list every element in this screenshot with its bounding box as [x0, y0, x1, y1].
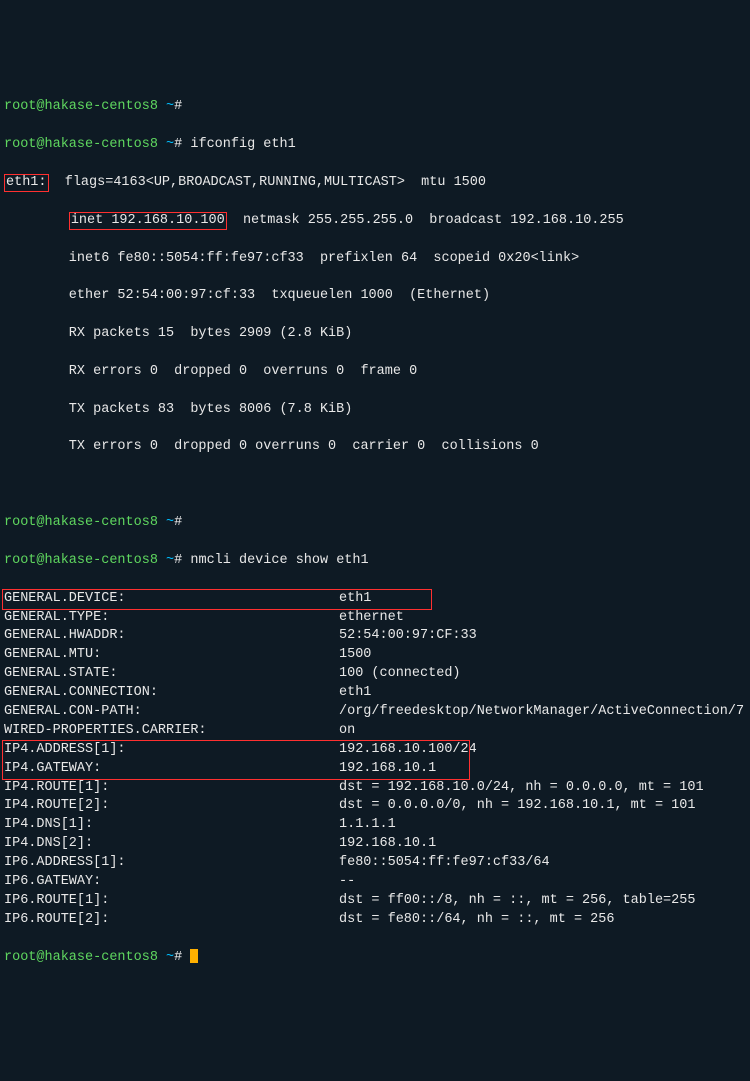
nmcli-key: IP6.ROUTE[2]: — [4, 911, 339, 930]
nmcli-value: 192.168.10.1 — [339, 835, 746, 854]
prompt-userhost: root@hakase-centos8 — [4, 950, 158, 965]
command-ifconfig: ifconfig eth1 — [190, 137, 295, 152]
nmcli-row: IP4.GATEWAY:192.168.10.1 — [4, 760, 746, 779]
nmcli-key: IP4.ADDRESS[1]: — [4, 741, 339, 760]
ifconfig-rx-errors: RX errors 0 dropped 0 overruns 0 frame 0 — [4, 363, 746, 382]
ifconfig-line-inet: inet 192.168.10.100 netmask 255.255.255.… — [4, 212, 746, 231]
nmcli-row: IP4.ADDRESS[1]:192.168.10.100/24 — [4, 741, 746, 760]
nmcli-key: IP4.DNS[2]: — [4, 835, 339, 854]
prompt-hash: # — [174, 137, 182, 152]
ifconfig-flags: flags=4163<UP,BROADCAST,RUNNING,MULTICAS… — [49, 175, 486, 190]
ifconfig-tx-packets: TX packets 83 bytes 8006 (7.8 KiB) — [4, 401, 746, 420]
nmcli-key: IP4.ROUTE[2]: — [4, 797, 339, 816]
prompt-line-cmd2: root@hakase-centos8 ~# nmcli device show… — [4, 552, 746, 571]
ifconfig-tx-errors: TX errors 0 dropped 0 overruns 0 carrier… — [4, 438, 746, 457]
nmcli-value: dst = fe80::/64, nh = ::, mt = 256 — [339, 911, 746, 930]
nmcli-row: GENERAL.MTU:1500 — [4, 646, 746, 665]
terminal-output: root@hakase-centos8 ~# root@hakase-cento… — [4, 80, 746, 987]
prompt-tilde: ~ — [166, 137, 174, 152]
nmcli-row: GENERAL.CONNECTION:eth1 — [4, 684, 746, 703]
nmcli-row: IP6.ROUTE[2]:dst = fe80::/64, nh = ::, m… — [4, 911, 746, 930]
highlight-eth1-iface: eth1: — [4, 174, 49, 192]
nmcli-row: IP6.GATEWAY:-- — [4, 873, 746, 892]
nmcli-row: WIRED-PROPERTIES.CARRIER:on — [4, 722, 746, 741]
nmcli-value: 1.1.1.1 — [339, 816, 746, 835]
nmcli-value: on — [339, 722, 746, 741]
nmcli-value: 1500 — [339, 646, 746, 665]
nmcli-row: GENERAL.HWADDR:52:54:00:97:CF:33 — [4, 627, 746, 646]
cursor-icon — [190, 949, 198, 963]
prompt-hash: # — [174, 950, 182, 965]
nmcli-row: IP4.DNS[1]:1.1.1.1 — [4, 816, 746, 835]
prompt-tilde: ~ — [166, 99, 174, 114]
nmcli-value: eth1 — [339, 684, 746, 703]
nmcli-key: GENERAL.HWADDR: — [4, 627, 339, 646]
nmcli-output: GENERAL.DEVICE:eth1GENERAL.TYPE:ethernet… — [4, 590, 746, 930]
prompt-hash: # — [174, 515, 182, 530]
nmcli-value: 192.168.10.1 — [339, 760, 746, 779]
nmcli-value: eth1 — [339, 590, 746, 609]
nmcli-row: GENERAL.TYPE:ethernet — [4, 609, 746, 628]
nmcli-row: IP6.ADDRESS[1]:fe80::5054:ff:fe97:cf33/6… — [4, 854, 746, 873]
nmcli-value: 52:54:00:97:CF:33 — [339, 627, 746, 646]
prompt-line-cmd1: root@hakase-centos8 ~# ifconfig eth1 — [4, 136, 746, 155]
prompt-userhost: root@hakase-centos8 — [4, 99, 158, 114]
nmcli-key: GENERAL.CONNECTION: — [4, 684, 339, 703]
nmcli-value: ethernet — [339, 609, 746, 628]
nmcli-row: IP4.DNS[2]:192.168.10.1 — [4, 835, 746, 854]
command-nmcli: nmcli device show eth1 — [190, 553, 368, 568]
nmcli-key: WIRED-PROPERTIES.CARRIER: — [4, 722, 339, 741]
prompt-userhost: root@hakase-centos8 — [4, 515, 158, 530]
prompt-userhost: root@hakase-centos8 — [4, 137, 158, 152]
nmcli-value: -- — [339, 873, 746, 892]
nmcli-key: IP4.ROUTE[1]: — [4, 779, 339, 798]
prompt-hash: # — [174, 99, 182, 114]
nmcli-key: GENERAL.DEVICE: — [4, 590, 339, 609]
prompt-hash: # — [174, 553, 182, 568]
nmcli-key: IP6.ADDRESS[1]: — [4, 854, 339, 873]
nmcli-row: IP6.ROUTE[1]:dst = ff00::/8, nh = ::, mt… — [4, 892, 746, 911]
nmcli-key: GENERAL.STATE: — [4, 665, 339, 684]
nmcli-value: /org/freedesktop/NetworkManager/ActiveCo… — [339, 703, 746, 722]
nmcli-row: GENERAL.DEVICE:eth1 — [4, 590, 746, 609]
prompt-tilde: ~ — [166, 553, 174, 568]
nmcli-value: dst = 0.0.0.0/0, nh = 192.168.10.1, mt =… — [339, 797, 746, 816]
nmcli-value: dst = 192.168.10.0/24, nh = 0.0.0.0, mt … — [339, 779, 746, 798]
ifconfig-line-1: eth1: flags=4163<UP,BROADCAST,RUNNING,MU… — [4, 174, 746, 193]
prompt-userhost: root@hakase-centos8 — [4, 553, 158, 568]
nmcli-key: IP4.DNS[1]: — [4, 816, 339, 835]
nmcli-key: GENERAL.MTU: — [4, 646, 339, 665]
prompt-tilde: ~ — [166, 515, 174, 530]
highlight-inet-ip: inet 192.168.10.100 — [69, 212, 227, 230]
ifconfig-ether: ether 52:54:00:97:cf:33 txqueuelen 1000 … — [4, 287, 746, 306]
ifconfig-inet6: inet6 fe80::5054:ff:fe97:cf33 prefixlen … — [4, 250, 746, 269]
prompt-line-final[interactable]: root@hakase-centos8 ~# — [4, 949, 746, 968]
nmcli-key: GENERAL.TYPE: — [4, 609, 339, 628]
ifconfig-rx-packets: RX packets 15 bytes 2909 (2.8 KiB) — [4, 325, 746, 344]
ifconfig-inet-rest: netmask 255.255.255.0 broadcast 192.168.… — [227, 213, 624, 228]
nmcli-key: GENERAL.CON-PATH: — [4, 703, 339, 722]
nmcli-row: GENERAL.CON-PATH:/org/freedesktop/Networ… — [4, 703, 746, 722]
nmcli-key: IP6.GATEWAY: — [4, 873, 339, 892]
nmcli-value: fe80::5054:ff:fe97:cf33/64 — [339, 854, 746, 873]
nmcli-value: 192.168.10.100/24 — [339, 741, 746, 760]
nmcli-key: IP6.ROUTE[1]: — [4, 892, 339, 911]
nmcli-row: IP4.ROUTE[2]:dst = 0.0.0.0/0, nh = 192.1… — [4, 797, 746, 816]
prompt-line: root@hakase-centos8 ~# — [4, 514, 746, 533]
nmcli-row: IP4.ROUTE[1]:dst = 192.168.10.0/24, nh =… — [4, 779, 746, 798]
prompt-tilde: ~ — [166, 950, 174, 965]
nmcli-row: GENERAL.STATE:100 (connected) — [4, 665, 746, 684]
nmcli-key: IP4.GATEWAY: — [4, 760, 339, 779]
prompt-line: root@hakase-centos8 ~# — [4, 98, 746, 117]
nmcli-value: dst = ff00::/8, nh = ::, mt = 256, table… — [339, 892, 746, 911]
nmcli-value: 100 (connected) — [339, 665, 746, 684]
blank-line — [4, 476, 746, 495]
